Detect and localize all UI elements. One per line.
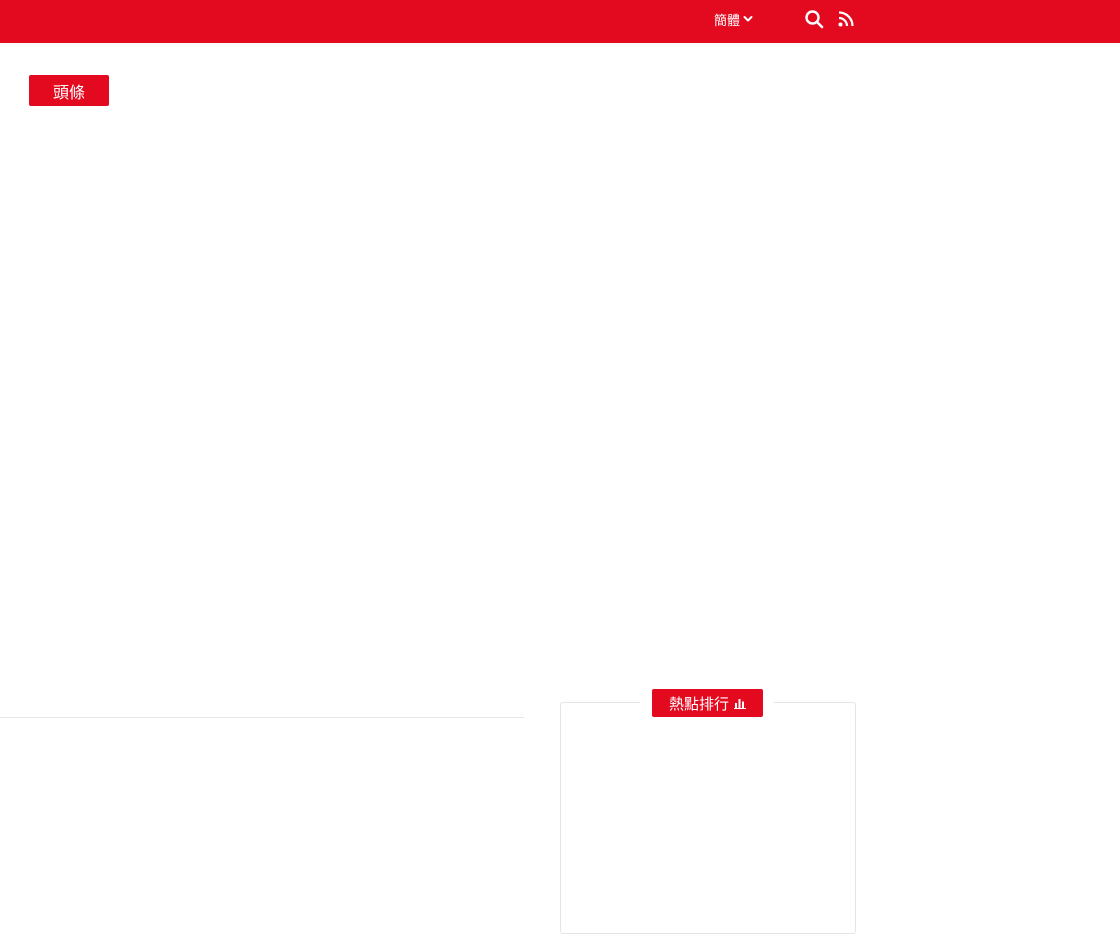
rss-icon[interactable] xyxy=(838,11,854,27)
hot-ranking-tag: 熱點排行 xyxy=(652,689,763,717)
headline-section-tag: 頭條 xyxy=(29,75,109,106)
language-switch[interactable]: 簡體 xyxy=(714,9,753,29)
chevron-down-icon xyxy=(743,16,753,22)
language-switch-label: 簡體 xyxy=(714,13,741,29)
hot-ranking-label: 熱點排行 xyxy=(668,694,729,713)
headline-section-label: 頭條 xyxy=(52,82,85,102)
top-nav-bar: 簡體 xyxy=(0,0,1120,43)
content-divider xyxy=(0,717,524,718)
bar-chart-icon xyxy=(734,699,746,709)
hot-ranking-panel xyxy=(560,702,856,934)
search-icon[interactable] xyxy=(804,9,824,29)
